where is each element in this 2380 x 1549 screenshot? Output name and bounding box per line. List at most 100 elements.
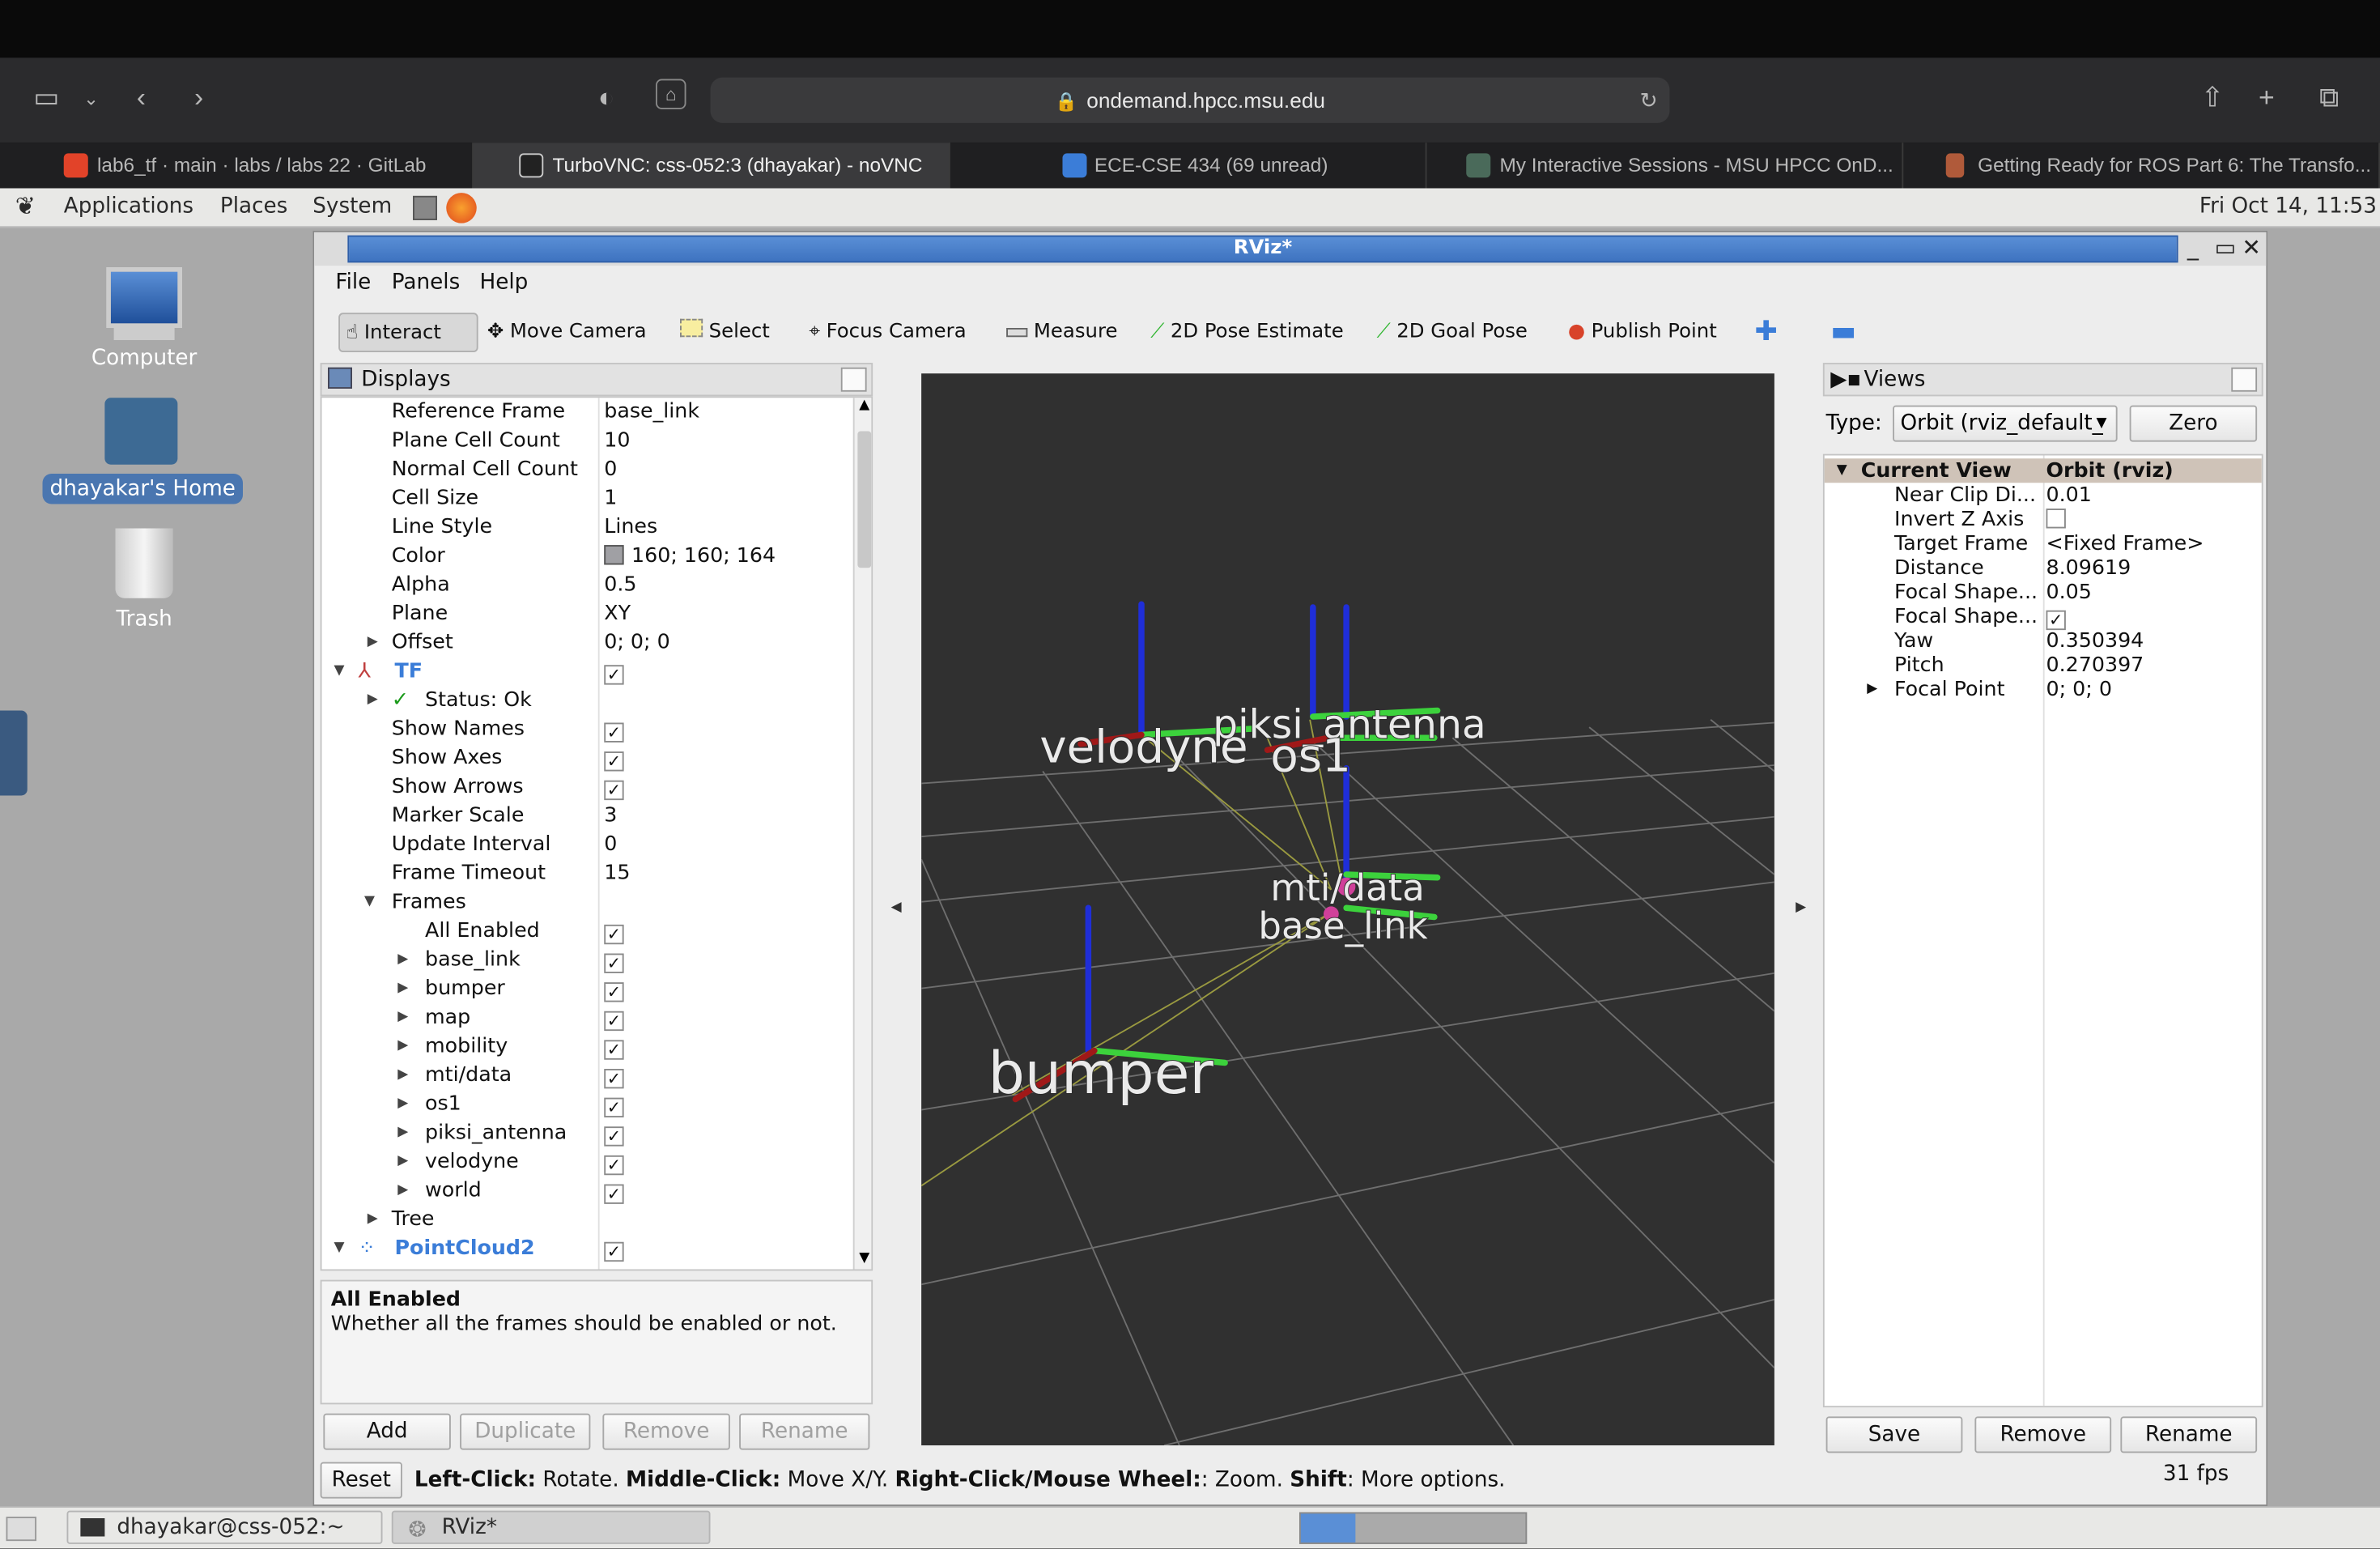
- share-icon[interactable]: ⇧: [2201, 82, 2224, 113]
- undock-button[interactable]: [840, 367, 867, 392]
- back-arrow-icon[interactable]: ‹: [137, 82, 146, 113]
- tool-measure[interactable]: Measure: [1006, 313, 1117, 352]
- tree-row[interactable]: All Enabled ✓: [322, 917, 853, 947]
- add-display-button[interactable]: Add: [323, 1413, 451, 1450]
- view-property-row[interactable]: ▶ Focal Point 0; 0; 0: [1825, 677, 2262, 701]
- minimize-icon[interactable]: _: [2187, 234, 2199, 262]
- checkbox[interactable]: ✓: [604, 924, 624, 945]
- current-view-row[interactable]: ▼ Current View Orbit (rviz): [1824, 458, 2262, 483]
- view-property-row[interactable]: Invert Z Axis: [1825, 507, 2262, 531]
- expand-arrow-icon[interactable]: ▶: [368, 1206, 378, 1235]
- tree-row[interactable]: ▶ bumper ✓: [322, 975, 853, 1004]
- tab-piazza[interactable]: ECE-CSE 434 (69 unread): [950, 143, 1427, 189]
- maximize-icon[interactable]: ▭: [2215, 234, 2237, 262]
- expand-arrow-icon[interactable]: ▶: [1867, 677, 1877, 701]
- expand-arrow-icon[interactable]: ▶: [397, 1032, 408, 1062]
- displays-scrollbar[interactable]: ▲ ▼: [852, 398, 872, 1270]
- checkbox[interactable]: [2046, 509, 2066, 529]
- tree-row[interactable]: ▶ Offset 0; 0; 0: [322, 628, 853, 657]
- tool-focus-camera[interactable]: ⌖ Focus Camera: [809, 313, 966, 352]
- rename-view-button[interactable]: Rename: [2120, 1416, 2258, 1453]
- expand-arrow-icon[interactable]: ▶: [397, 1062, 408, 1091]
- checkbox[interactable]: ✓: [604, 1241, 624, 1262]
- tree-row[interactable]: Frame Timeout 15: [322, 859, 853, 888]
- checkbox[interactable]: ✓: [604, 982, 624, 1002]
- checkbox[interactable]: ✓: [604, 1011, 624, 1032]
- tool-select[interactable]: Select: [680, 313, 770, 352]
- view-property-row[interactable]: Focal Shape... ✓: [1825, 604, 2262, 631]
- 3d-viewport[interactable]: velodyne piksi_antenna os1 mti/data base…: [921, 373, 1774, 1445]
- checkbox[interactable]: ✓: [604, 665, 624, 685]
- save-view-button[interactable]: Save: [1825, 1416, 1963, 1453]
- tree-row[interactable]: Plane Cell Count 10: [322, 427, 853, 456]
- tool-interact[interactable]: ☝ Interact: [338, 313, 478, 352]
- menu-help[interactable]: Help: [480, 270, 529, 295]
- extension-icon[interactable]: ⌂: [656, 79, 686, 109]
- address-bar[interactable]: 🔒 ondemand.hpcc.msu.edu ↻: [710, 77, 1670, 123]
- tree-row[interactable]: Reference Frame base_link: [322, 398, 853, 427]
- tool-2d-goal-pose[interactable]: ⟋ 2D Goal Pose: [1377, 313, 1528, 352]
- expand-arrow-icon[interactable]: ▶: [397, 975, 408, 1004]
- desktop-icon-computer[interactable]: Computer: [45, 267, 243, 371]
- menu-panels[interactable]: Panels: [392, 270, 460, 295]
- expand-arrow-icon[interactable]: ▶: [397, 1090, 408, 1119]
- tree-row[interactable]: Line Style Lines: [322, 513, 853, 543]
- view-property-row[interactable]: Distance 8.09619: [1825, 555, 2262, 580]
- expand-arrow-icon[interactable]: ▶: [397, 1003, 408, 1032]
- chevron-down-icon[interactable]: ⌄: [83, 88, 99, 109]
- remove-view-button[interactable]: Remove: [1974, 1416, 2112, 1453]
- tree-row[interactable]: Show Arrows ✓: [322, 772, 853, 802]
- tree-row[interactable]: ▶ mobility ✓: [322, 1032, 853, 1062]
- checkbox[interactable]: ✓: [604, 953, 624, 973]
- firefox-icon[interactable]: [446, 193, 477, 223]
- checkbox[interactable]: ✓: [604, 751, 624, 772]
- tree-row[interactable]: ▶ velodyne ✓: [322, 1148, 853, 1177]
- remove-display-button[interactable]: Remove: [602, 1413, 730, 1450]
- undock-button[interactable]: [2231, 367, 2258, 392]
- view-property-row[interactable]: Yaw 0.350394: [1825, 628, 2262, 653]
- tree-row[interactable]: Cell Size 1: [322, 484, 853, 513]
- collapse-arrow-icon[interactable]: ▼: [334, 657, 345, 687]
- tree-row-tf[interactable]: ▼ ⅄ TF ✓: [322, 657, 853, 687]
- tool-2d-pose-estimate[interactable]: ⟋ 2D Pose Estimate: [1150, 313, 1343, 352]
- menu-applications[interactable]: Applications: [64, 194, 193, 219]
- tool-publish-point[interactable]: ● Publish Point: [1568, 313, 1717, 352]
- tab-ros-article[interactable]: Getting Ready for ROS Part 6: The Transf…: [1903, 143, 2380, 189]
- scroll-down-icon[interactable]: ▼: [859, 1251, 869, 1266]
- collapse-arrow-icon[interactable]: ▼: [334, 1234, 345, 1263]
- desktop-icon-trash[interactable]: Trash: [45, 528, 243, 632]
- show-desktop-icon[interactable]: [6, 1517, 36, 1542]
- expand-arrow-icon[interactable]: ▶: [397, 1148, 408, 1177]
- shield-icon[interactable]: ◐: [598, 82, 614, 113]
- tool-move-camera[interactable]: ✥ Move Camera: [487, 313, 647, 352]
- expand-arrow-icon[interactable]: ▶: [397, 1177, 408, 1206]
- tab-overview-icon[interactable]: ⧉: [2319, 82, 2339, 113]
- scroll-up-icon[interactable]: ▲: [859, 398, 869, 413]
- workspace-switcher[interactable]: [1299, 1512, 1528, 1544]
- screenshot-launcher-icon[interactable]: [413, 195, 437, 220]
- collapse-right-arrow-icon[interactable]: ▶: [1796, 900, 1806, 916]
- expand-arrow-icon[interactable]: ▶: [397, 946, 408, 975]
- tree-row[interactable]: ▶ map ✓: [322, 1003, 853, 1032]
- checkbox[interactable]: ✓: [2046, 610, 2066, 631]
- rename-display-button[interactable]: Rename: [739, 1413, 870, 1450]
- tree-row[interactable]: Show Names ✓: [322, 715, 853, 744]
- checkbox[interactable]: ✓: [604, 1184, 624, 1204]
- novnc-control-handle[interactable]: [0, 710, 28, 796]
- workspace-1[interactable]: [1300, 1513, 1356, 1543]
- tree-row[interactable]: ▶ base_link ✓: [322, 946, 853, 975]
- collapse-arrow-icon[interactable]: ▼: [364, 888, 375, 917]
- menu-file[interactable]: File: [335, 270, 371, 295]
- window-titlebar[interactable]: RViz* _ ▭ ✕: [314, 232, 2267, 266]
- tree-row[interactable]: Color 160; 160; 164: [322, 542, 853, 571]
- duplicate-display-button[interactable]: Duplicate: [460, 1413, 591, 1450]
- checkbox[interactable]: ✓: [604, 780, 624, 801]
- checkbox[interactable]: ✓: [604, 1155, 624, 1176]
- gnome-foot-icon[interactable]: ❦: [15, 191, 36, 220]
- expand-arrow-icon[interactable]: ▶: [368, 628, 378, 657]
- view-type-select[interactable]: Orbit (rviz_default_ ▼: [1893, 405, 2118, 442]
- tree-row-pointcloud2[interactable]: ▼ ⁘ PointCloud2 ✓: [322, 1234, 853, 1263]
- tab-ondemand[interactable]: My Interactive Sessions - MSU HPCC OnD..…: [1427, 143, 1904, 189]
- expand-arrow-icon[interactable]: ▶: [397, 1119, 408, 1148]
- view-property-row[interactable]: Focal Shape... 0.05: [1825, 580, 2262, 604]
